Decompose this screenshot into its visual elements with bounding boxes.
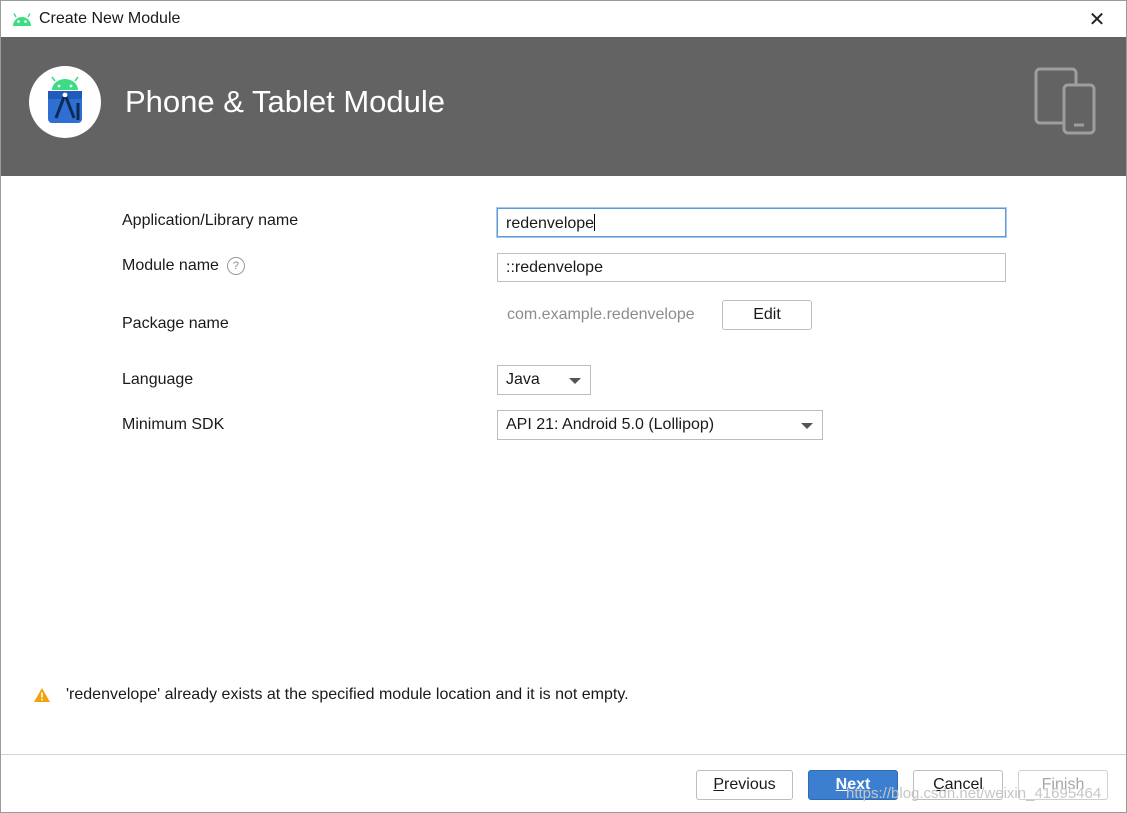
module-name-label-text: Module name [122, 257, 219, 274]
module-name-field[interactable]: ::redenvelope [497, 253, 1006, 282]
android-studio-logo-icon [29, 66, 101, 138]
close-icon[interactable]: ✕ [1068, 1, 1126, 37]
warning-triangle-icon [33, 687, 51, 708]
package-name-value: com.example.redenvelope [507, 306, 695, 323]
min-sdk-selected-value: API 21: Android 5.0 (Lollipop) [506, 416, 715, 433]
page-title: Phone & Tablet Module [125, 84, 445, 119]
app-name-field[interactable]: redenvelope [497, 208, 1006, 237]
window-title: Create New Module [39, 10, 181, 27]
previous-mnemonic: P [713, 776, 725, 793]
package-name-label: Package name [122, 315, 229, 332]
warning-message: 'redenvelope' already exists at the spec… [66, 686, 629, 703]
watermark: https://blog.csdn.net/weixin_41695464 [846, 785, 1102, 802]
edit-package-button[interactable]: Edit [722, 300, 812, 330]
previous-label: revious [724, 776, 776, 793]
title-bar: Create New Module ✕ [1, 1, 1126, 37]
chevron-down-icon [569, 378, 581, 384]
language-select[interactable]: Java [497, 365, 591, 395]
text-caret [594, 214, 596, 231]
footer-divider [1, 754, 1126, 755]
help-icon[interactable]: ? [226, 257, 245, 275]
header-banner: Phone & Tablet Module [1, 37, 1126, 176]
module-name-value: ::redenvelope [506, 259, 603, 276]
app-name-value: redenvelope [506, 215, 595, 232]
module-name-label: Module name? [122, 257, 245, 275]
create-module-dialog: Create New Module ✕ Phone & Tablet Modul… [0, 0, 1127, 813]
chevron-down-icon [801, 423, 813, 429]
language-label: Language [122, 371, 194, 388]
language-selected-value: Java [506, 371, 540, 388]
phone-tablet-icon [1034, 67, 1098, 140]
min-sdk-select[interactable]: API 21: Android 5.0 (Lollipop) [497, 410, 823, 440]
min-sdk-label: Minimum SDK [122, 416, 225, 433]
app-name-label: Application/Library name [122, 212, 299, 229]
previous-button[interactable]: Previous [696, 770, 793, 800]
android-icon [11, 11, 33, 27]
